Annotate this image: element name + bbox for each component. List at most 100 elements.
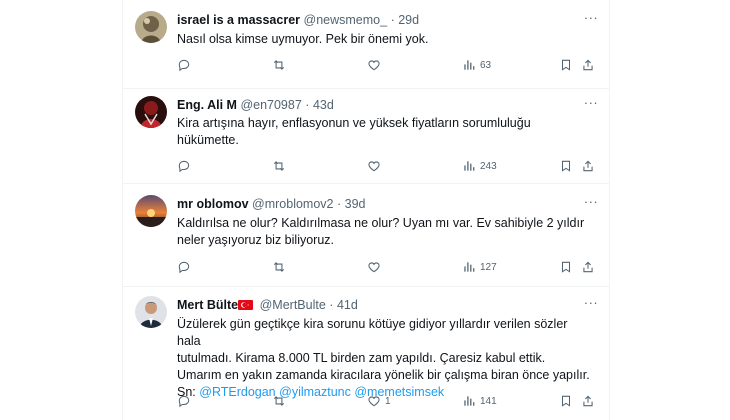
tweet-header: Eng. Ali M @en70987 · 43d	[177, 96, 597, 114]
bookmark-button[interactable]	[559, 257, 573, 277]
author-handle[interactable]: @en70987	[240, 98, 301, 112]
tweet-text: Nasıl olsa kimse uymuyor. Pek bir önemi …	[177, 31, 593, 48]
tweet-actions: 63	[177, 55, 607, 75]
bookmark-icon	[561, 59, 571, 71]
share-button[interactable]	[581, 156, 595, 176]
views-button[interactable]: 243	[462, 156, 497, 176]
turkey-flag-icon	[238, 300, 254, 310]
tweet-actions: 127	[177, 257, 607, 277]
reply-button[interactable]	[177, 156, 191, 176]
like-button[interactable]	[367, 55, 381, 75]
repost-button[interactable]	[272, 257, 286, 277]
tweet-text-line: Üzülerek gün geçtikçe kira sorunu kötüye…	[177, 317, 568, 348]
repost-button[interactable]	[272, 156, 286, 176]
views-count: 127	[480, 261, 497, 273]
separator-dot: ·	[390, 13, 395, 27]
share-icon	[583, 160, 593, 172]
repost-icon	[273, 161, 285, 171]
author-handle[interactable]: @mroblomov2	[252, 197, 333, 211]
tweet-age[interactable]: 29d	[398, 13, 419, 27]
tweet-text-line: Umarım en yakın zamanda kiracılara yönel…	[177, 368, 590, 382]
tweet-age[interactable]: 43d	[313, 98, 334, 112]
repost-button[interactable]	[272, 391, 286, 411]
tweet-feed: israel is a massacrer @newsmemo_ · 29d ·…	[122, 0, 610, 420]
more-icon[interactable]: ···	[581, 96, 601, 114]
views-button[interactable]: 141	[462, 391, 497, 411]
tweet-text-line: hükümette.	[177, 133, 239, 147]
share-button[interactable]	[581, 391, 595, 411]
bookmark-button[interactable]	[559, 391, 573, 411]
share-button[interactable]	[581, 55, 595, 75]
heart-icon	[368, 161, 380, 172]
tweet-text: Kira artışına hayır, enflasyonun ve yüks…	[177, 115, 593, 149]
tweet-age[interactable]: 39d	[345, 197, 366, 211]
tweet-text-line: neler yaşıyoruz biz biliyoruz.	[177, 233, 335, 247]
tweet[interactable]: Eng. Ali M @en70987 · 43d ··· Kira artış…	[123, 88, 609, 184]
views-icon	[464, 60, 475, 70]
views-count: 63	[480, 59, 492, 71]
views-icon	[464, 262, 475, 272]
bookmark-icon	[561, 261, 571, 273]
more-icon[interactable]: ···	[581, 195, 601, 213]
tweet-header: mr oblomov @mroblomov2 · 39d	[177, 195, 597, 213]
share-icon	[583, 59, 593, 71]
views-icon	[464, 161, 475, 171]
repost-icon	[273, 60, 285, 70]
author-name[interactable]: Mert Bülte	[177, 298, 238, 312]
like-button[interactable]: 1	[367, 391, 391, 411]
reply-icon	[178, 395, 190, 408]
tweet-header: israel is a massacrer @newsmemo_ · 29d	[177, 11, 597, 29]
tweet-header: Mert Bülte @MertBulte · 41d	[177, 296, 597, 314]
separator-dot: ·	[305, 98, 310, 112]
tweet-actions: 1 141	[177, 391, 607, 411]
like-button[interactable]	[367, 257, 381, 277]
author-name[interactable]: israel is a massacrer	[177, 13, 300, 27]
author-name[interactable]: Eng. Ali M	[177, 98, 237, 112]
bookmark-button[interactable]	[559, 55, 573, 75]
reply-button[interactable]	[177, 55, 191, 75]
tweet-actions: 243	[177, 156, 607, 176]
views-count: 141	[480, 395, 497, 407]
avatar[interactable]	[135, 296, 167, 328]
bookmark-icon	[561, 160, 571, 172]
heart-icon	[368, 262, 380, 273]
separator-dot: ·	[336, 197, 342, 211]
avatar[interactable]	[135, 96, 167, 128]
share-button[interactable]	[581, 257, 595, 277]
views-count: 243	[480, 160, 497, 172]
tweet[interactable]: mr oblomov @mroblomov2 · 39d ··· Kaldırı…	[123, 183, 609, 287]
reply-icon	[178, 59, 190, 72]
tweet[interactable]: Mert Bülte @MertBulte · 41d ··· Üzülerek…	[123, 286, 609, 420]
more-icon[interactable]: ···	[581, 296, 601, 314]
tweet-text: Kaldırılsa ne olur? Kaldırılmasa ne olur…	[177, 215, 593, 249]
share-icon	[583, 261, 593, 273]
tweet-text-line: Kira artışına hayır, enflasyonun ve yüks…	[177, 116, 531, 130]
views-button[interactable]: 127	[462, 257, 497, 277]
tweet[interactable]: israel is a massacrer @newsmemo_ · 29d ·…	[123, 0, 609, 89]
reply-icon	[178, 261, 190, 274]
avatar[interactable]	[135, 11, 167, 43]
tweet-text-line: Kaldırılsa ne olur? Kaldırılmasa ne olur…	[177, 216, 585, 230]
avatar[interactable]	[135, 195, 167, 227]
likes-count: 1	[385, 395, 391, 407]
views-button[interactable]: 63	[462, 55, 491, 75]
tweet-text-line: tutulmadı. Kirama 8.000 TL birden zam ya…	[177, 351, 546, 365]
author-handle[interactable]: @MertBulte	[260, 298, 326, 312]
author-handle[interactable]: @newsmemo_	[304, 13, 388, 27]
bookmark-icon	[561, 395, 571, 407]
tweet-text-line: Nasıl olsa kimse uymuyor. Pek bir önemi …	[177, 32, 429, 46]
reply-icon	[178, 160, 190, 173]
like-button[interactable]	[367, 156, 381, 176]
reply-button[interactable]	[177, 391, 191, 411]
repost-icon	[273, 262, 285, 272]
author-name[interactable]: mr oblomov	[177, 197, 249, 211]
reply-button[interactable]	[177, 257, 191, 277]
repost-button[interactable]	[272, 55, 286, 75]
bookmark-button[interactable]	[559, 156, 573, 176]
heart-icon	[368, 396, 380, 407]
more-icon[interactable]: ···	[581, 11, 601, 29]
tweet-age[interactable]: 41d	[337, 298, 358, 312]
repost-icon	[273, 396, 285, 406]
views-icon	[464, 396, 475, 406]
share-icon	[583, 395, 593, 407]
